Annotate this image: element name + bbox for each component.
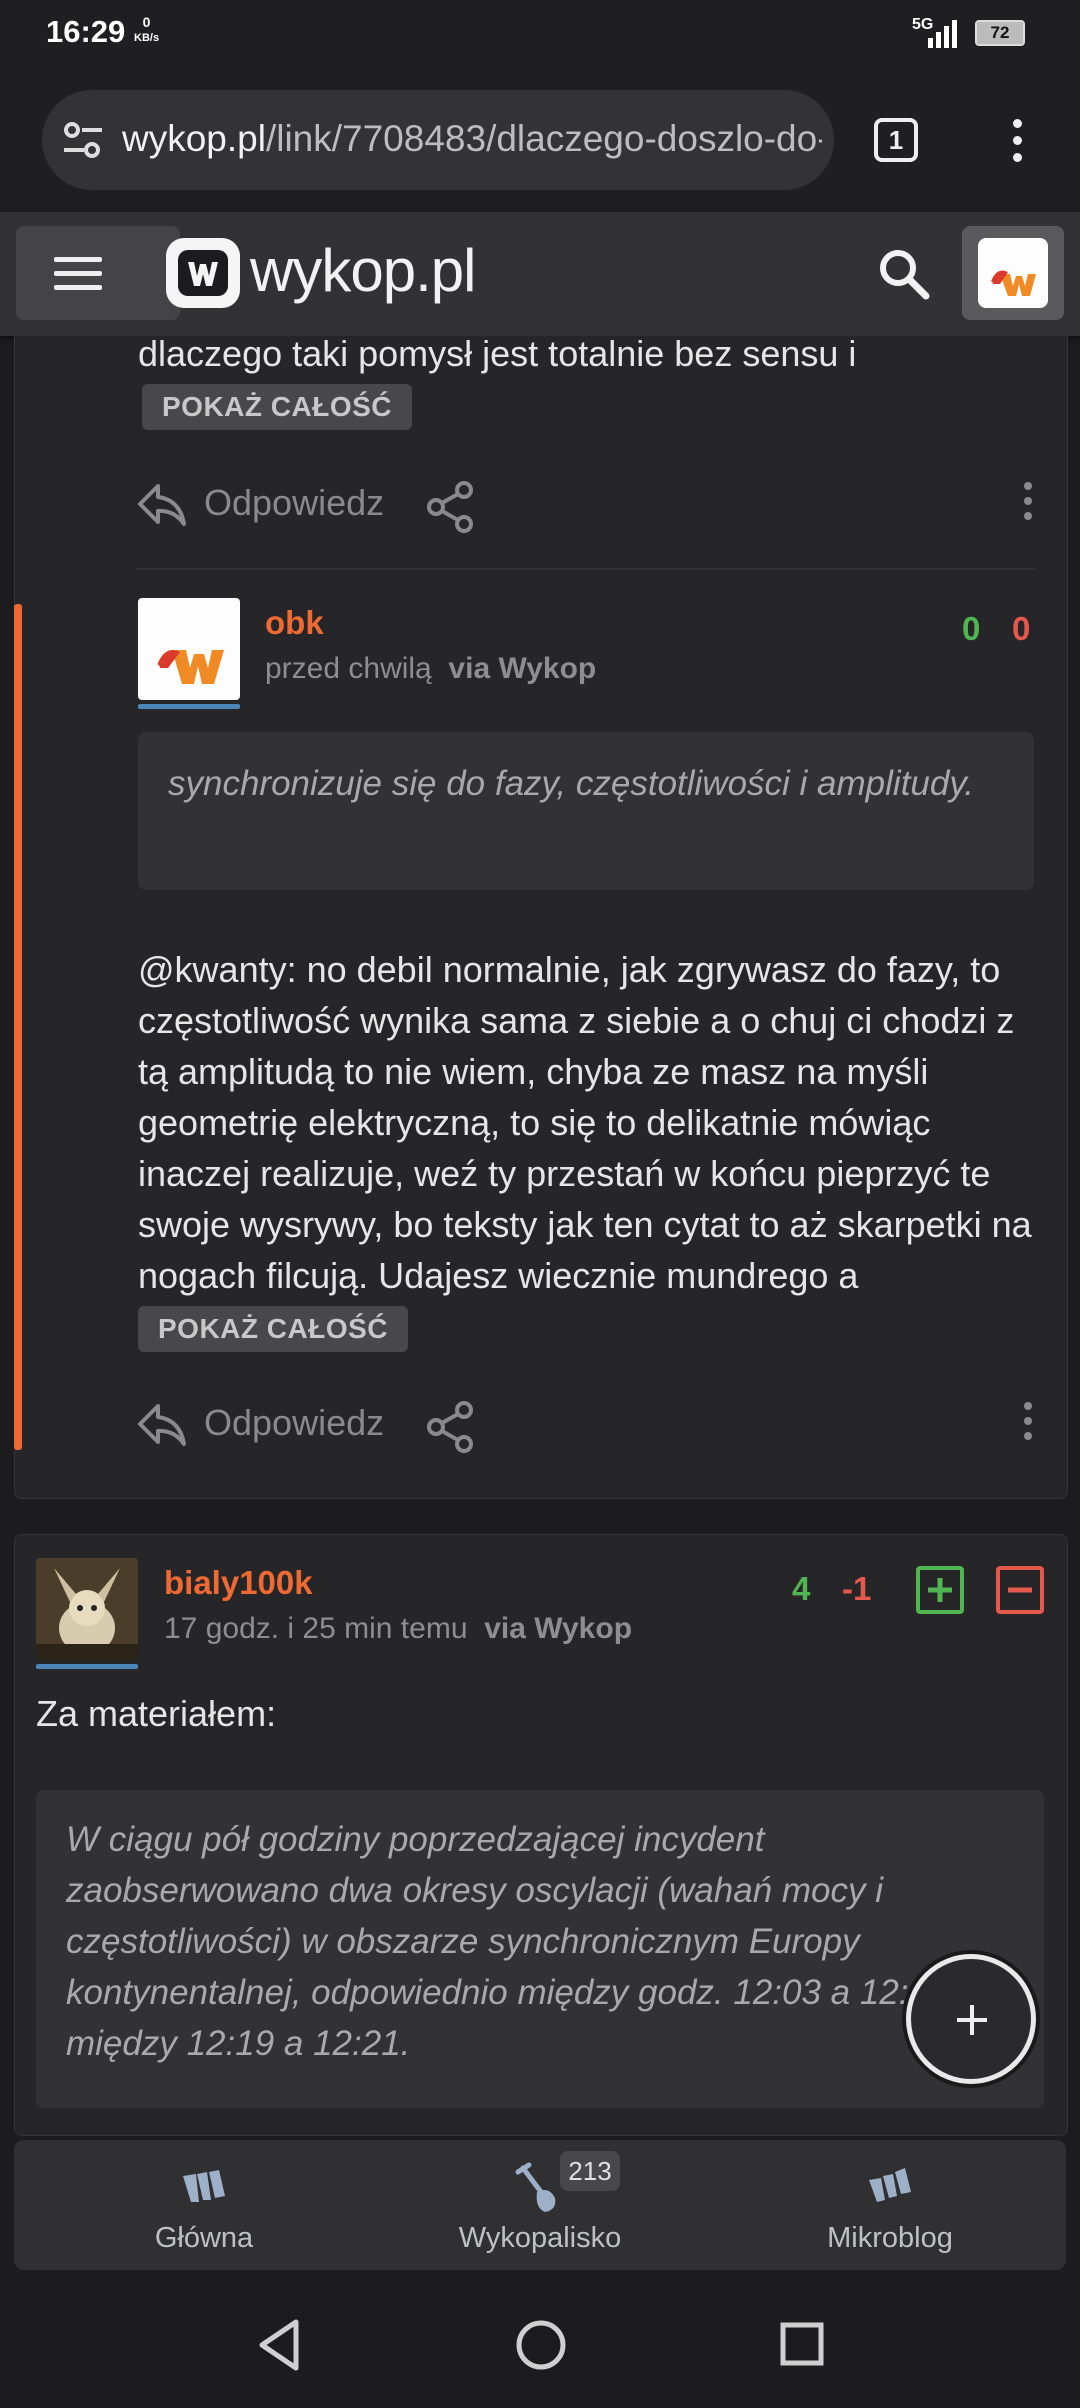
add-fab-button[interactable] (906, 1954, 1036, 2084)
more-options-icon[interactable] (1024, 1402, 1034, 1440)
browser-toolbar: wykop.pl/link/7708483/dlaczego-doszlo-do… (0, 70, 1080, 212)
site-header: wykop.pl (0, 212, 1080, 336)
avatar (36, 1558, 138, 1660)
user-avatar-button[interactable] (962, 226, 1064, 320)
comment-actions: Odpowiedz (136, 476, 1036, 536)
comment-quote: W ciągu pół godziny poprzedzającej incyd… (36, 1790, 1044, 2108)
comment-author[interactable]: bialy100k (164, 1564, 313, 1602)
hamburger-menu-icon[interactable] (16, 226, 180, 320)
home-icon (183, 2170, 225, 2202)
show-all-button[interactable]: POKAŻ CAŁOŚĆ (142, 384, 412, 431)
status-bar: 16:29 0 KB/s 5G 72 (0, 0, 1080, 70)
url-host: wykop.pl (122, 118, 266, 159)
vote-down-count: -1 (842, 1570, 872, 1607)
comment-body: @kwanty: no debil normalnie, jak zgrywas… (138, 944, 1038, 1353)
nav-item-mikroblog[interactable]: Mikroblog (740, 2140, 1040, 2270)
share-icon[interactable] (424, 480, 478, 534)
avatar (138, 598, 240, 700)
vote-up-count: 4 (792, 1570, 811, 1607)
battery-icon: 72 (975, 20, 1025, 46)
nav-label: Mikroblog (827, 2222, 953, 2254)
comment-text: Za materiałem: (36, 1693, 277, 1734)
comment-source: via Wykop (484, 1612, 633, 1645)
comment-time: przed chwilą (265, 652, 432, 685)
comment-meta: przed chwilą via Wykop (265, 652, 596, 686)
minus-icon (1008, 1587, 1032, 1593)
comment-source: via Wykop (448, 652, 597, 685)
vote-up-count: 0 (962, 610, 981, 647)
recents-icon[interactable] (778, 2320, 826, 2368)
nav-item-glowna[interactable]: Główna (54, 2140, 354, 2270)
site-logo[interactable]: wykop.pl (166, 234, 486, 310)
reply-icon[interactable] (136, 1400, 188, 1450)
url-text[interactable]: wykop.pl/link/7708483/dlaczego-doszlo-do… (122, 118, 822, 160)
comment-author-avatar[interactable] (36, 1558, 138, 1669)
nav-item-wykopalisko[interactable]: Wykopalisko (390, 2140, 690, 2270)
show-all-button[interactable]: POKAŻ CAŁOŚĆ (138, 1306, 408, 1353)
comment-time: 17 godz. i 25 min temu (164, 1612, 468, 1645)
browser-menu-icon[interactable] (1002, 114, 1032, 174)
comment-body: dlaczego taki pomysł jest totalnie bez s… (138, 328, 1038, 431)
wykop-logo-icon (166, 238, 240, 308)
vote-down-count: 0 (1012, 610, 1031, 647)
system-navigation-bar (0, 2290, 1080, 2408)
upvote-button[interactable] (916, 1566, 964, 1614)
network-speed: 0 KB/s (134, 14, 159, 46)
network-speed-unit: KB/s (134, 32, 160, 44)
comment-author[interactable]: obk (265, 604, 324, 642)
new-reply-indicator (14, 604, 22, 1450)
downvote-button[interactable] (996, 1566, 1044, 1614)
plus-icon (928, 1578, 952, 1602)
url-path: /link/7708483/dlaczego-doszlo-do- (265, 118, 822, 159)
comment-quote: synchronizuje się do fazy, częstotliwośc… (138, 732, 1034, 890)
back-icon[interactable] (256, 2318, 302, 2372)
site-settings-icon[interactable] (62, 120, 104, 160)
shovel-icon (515, 2162, 556, 2212)
reply-button[interactable]: Odpowiedz (204, 482, 384, 524)
comment-actions: Odpowiedz (136, 1396, 1036, 1456)
avatar-underline (138, 704, 240, 709)
signal-icon (928, 20, 957, 48)
nav-label: Główna (154, 2222, 254, 2254)
comment-text: dlaczego taki pomysł jest totalnie bez s… (138, 333, 857, 374)
reply-button[interactable]: Odpowiedz (204, 1402, 384, 1444)
comment-text: : no debil normalnie, jak zgrywasz do fa… (138, 949, 1032, 1296)
nav-label: Wykopalisko (458, 2222, 622, 2254)
count-badge: 213 (560, 2151, 620, 2191)
comment-meta: 17 godz. i 25 min temu via Wykop (164, 1612, 632, 1646)
user-mention[interactable]: @kwanty (138, 949, 287, 990)
microblog-icon (869, 2168, 911, 2202)
site-logo-text: wykop.pl (250, 237, 476, 304)
reply-icon[interactable] (136, 480, 188, 530)
bottom-navigation: Główna Wykopalisko Mikroblog (14, 2140, 1066, 2270)
share-icon[interactable] (424, 1400, 478, 1454)
search-icon[interactable] (876, 246, 932, 302)
address-bar[interactable]: wykop.pl/link/7708483/dlaczego-doszlo-do… (42, 90, 834, 190)
home-button-icon[interactable] (514, 2318, 568, 2372)
avatar (978, 238, 1048, 308)
clock: 16:29 (46, 14, 126, 49)
network-speed-value: 0 (142, 14, 151, 30)
tab-switcher-button[interactable]: 1 (874, 118, 918, 162)
comment-author-avatar[interactable] (138, 598, 240, 709)
avatar-underline (36, 1664, 138, 1669)
divider (136, 568, 1036, 570)
more-options-icon[interactable] (1024, 482, 1034, 520)
battery-level: 72 (977, 22, 1023, 44)
